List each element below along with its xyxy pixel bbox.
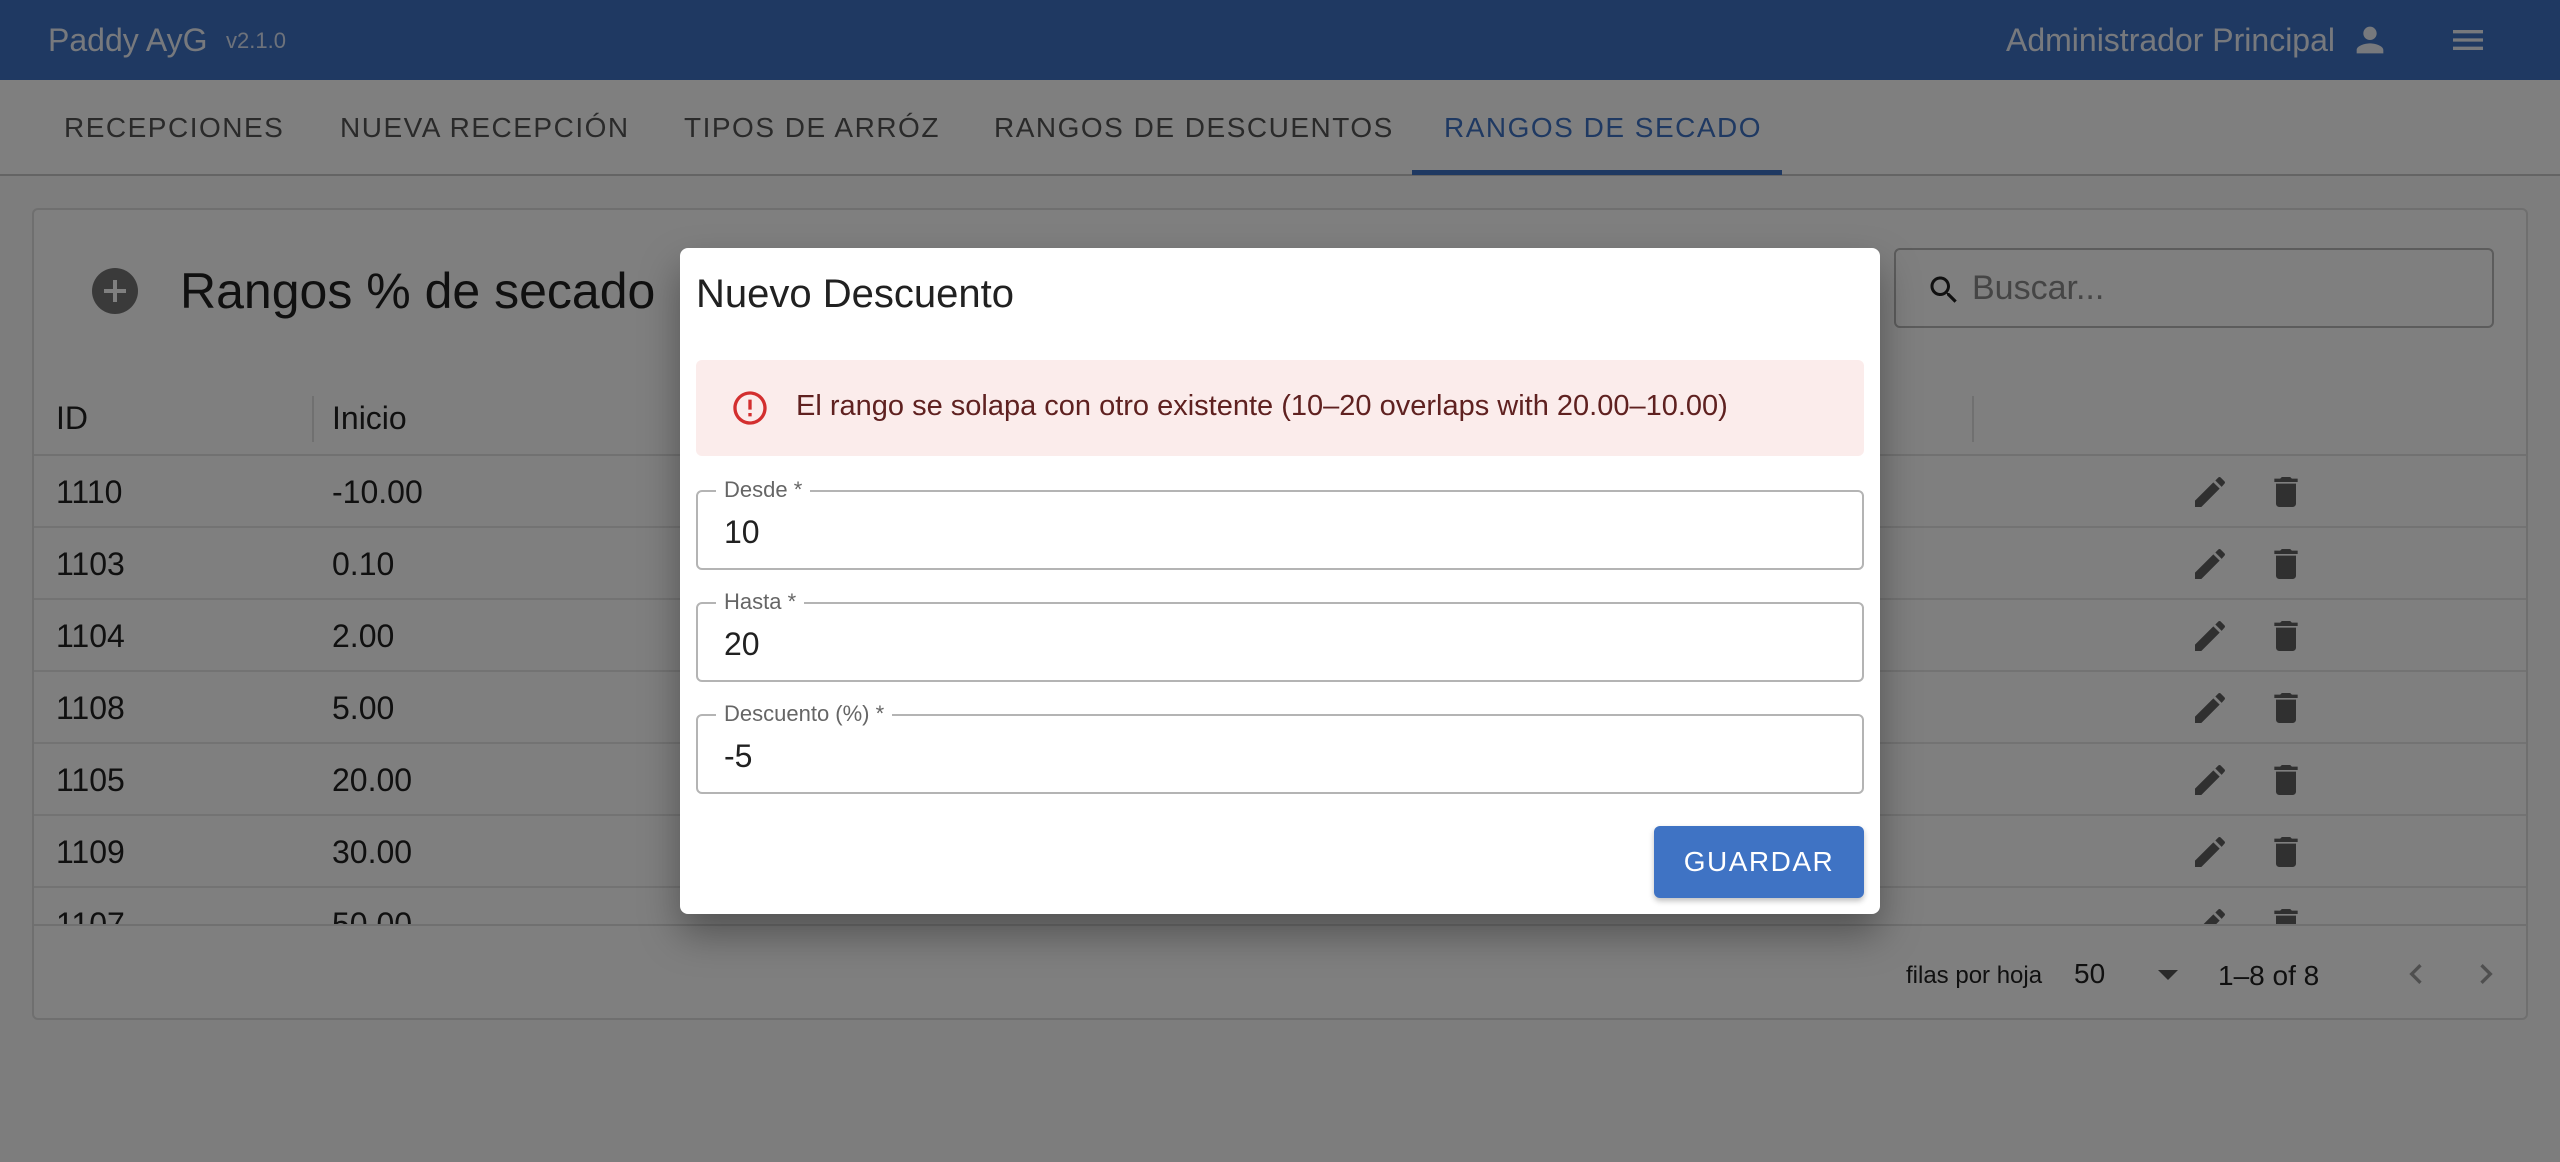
desde-input[interactable] [724,512,1824,552]
descuento-field: Descuento (%) * [696,701,1864,794]
dialog-title: Nuevo Descuento [696,272,1014,316]
hasta-label: Hasta * [716,589,805,615]
hasta-input[interactable] [724,624,1824,664]
error-message: El rango se solapa con otro existente (1… [796,390,1728,422]
error-alert: El rango se solapa con otro existente (1… [696,360,1864,456]
descuento-input[interactable] [724,736,1824,776]
desde-label: Desde * [716,477,811,503]
descuento-label: Descuento (%) * [716,701,893,727]
error-outline-icon [730,388,770,428]
save-button[interactable]: GUARDAR [1654,826,1864,898]
desde-field: Desde * [696,477,1864,570]
hasta-field: Hasta * [696,589,1864,682]
new-discount-dialog: Nuevo Descuento El rango se solapa con o… [680,248,1880,914]
